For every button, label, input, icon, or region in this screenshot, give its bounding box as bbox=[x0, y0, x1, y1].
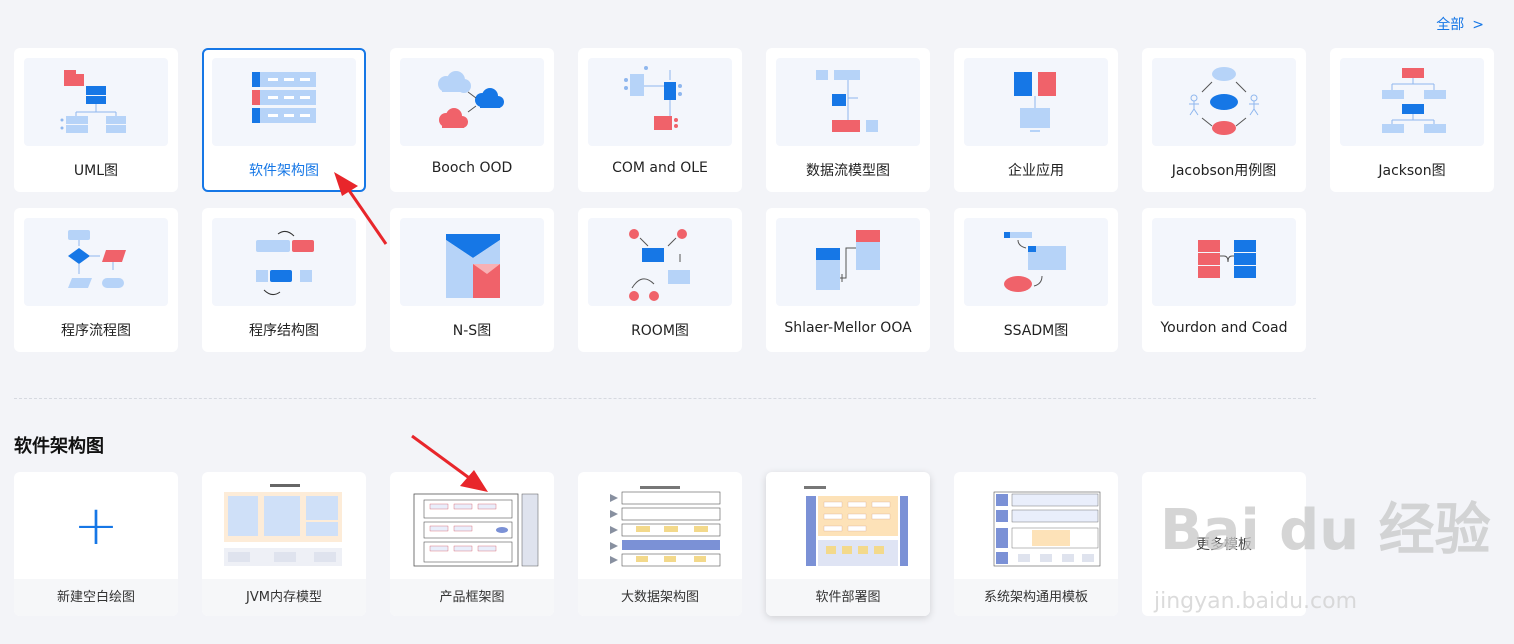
category-card-data-flow[interactable]: 数据流模型图 bbox=[766, 48, 930, 192]
category-label: 数据流模型图 bbox=[806, 163, 890, 179]
category-label: Shlaer-Mellor OOA bbox=[784, 320, 912, 336]
room-diagram-icon bbox=[588, 218, 732, 306]
baidu-watermark: Bai du 经验 jingyan.baidu.com bbox=[1154, 485, 1491, 614]
section-divider bbox=[14, 398, 1316, 399]
software-architecture-icon bbox=[212, 58, 356, 146]
category-card-booch-ood[interactable]: Booch OOD bbox=[390, 48, 554, 192]
watermark-url: jingyan.baidu.com bbox=[1154, 589, 1358, 614]
template-thumbnail bbox=[202, 472, 366, 579]
category-label: N-S图 bbox=[452, 323, 492, 339]
template-label: 软件部署图 bbox=[766, 579, 930, 616]
category-grid: UML图 软件架构图 Booch OOD COM and OLE 数据流模型图 … bbox=[14, 48, 1494, 352]
template-label: 新建空白绘图 bbox=[14, 579, 178, 616]
template-card-product-framework[interactable]: 产品框架图 bbox=[390, 472, 554, 616]
template-label: 产品框架图 bbox=[390, 579, 554, 616]
category-label: 软件架构图 bbox=[249, 163, 319, 179]
category-card-enterprise-app[interactable]: 企业应用 bbox=[954, 48, 1118, 192]
com-ole-icon bbox=[588, 58, 732, 146]
category-label: 程序流程图 bbox=[61, 323, 131, 339]
template-label: 大数据架构图 bbox=[578, 579, 742, 616]
template-card-software-deploy[interactable]: 软件部署图 bbox=[766, 472, 930, 616]
uml-diagram-icon bbox=[24, 58, 168, 146]
category-card-com-ole[interactable]: COM and OLE bbox=[578, 48, 742, 192]
category-label: Jacobson用例图 bbox=[1171, 163, 1277, 179]
template-thumbnail bbox=[954, 472, 1118, 579]
category-card-yourdon-coad[interactable]: Yourdon and Coad bbox=[1142, 208, 1306, 352]
ns-diagram-icon bbox=[400, 218, 544, 306]
category-card-shlaer-mellor[interactable]: Shlaer-Mellor OOA bbox=[766, 208, 930, 352]
all-link-label: 全部 bbox=[1436, 17, 1465, 33]
category-card-jacobson[interactable]: Jacobson用例图 bbox=[1142, 48, 1306, 192]
template-thumbnail bbox=[390, 472, 554, 579]
watermark-logo: Bai du 经验 bbox=[1160, 498, 1491, 563]
data-flow-icon bbox=[776, 58, 920, 146]
category-card-jackson[interactable]: Jackson图 bbox=[1330, 48, 1494, 192]
template-grid: + 新建空白绘图 JVM内存模型 产品框架图 大数据架构图 软件部署图 系统架构… bbox=[14, 472, 1306, 616]
template-card-system-architecture[interactable]: 系统架构通用模板 bbox=[954, 472, 1118, 616]
category-label: Booch OOD bbox=[431, 160, 513, 176]
section-title: 软件架构图 bbox=[14, 436, 104, 457]
category-card-ns[interactable]: N-S图 bbox=[390, 208, 554, 352]
all-link[interactable]: 全部 > bbox=[1436, 14, 1484, 34]
category-card-software-architecture[interactable]: 软件架构图 bbox=[202, 48, 366, 192]
template-card-big-data[interactable]: 大数据架构图 bbox=[578, 472, 742, 616]
category-label: COM and OLE bbox=[612, 160, 708, 176]
category-label: 企业应用 bbox=[1008, 163, 1064, 179]
chevron-right-icon: > bbox=[1472, 17, 1484, 33]
enterprise-app-icon bbox=[964, 58, 1108, 146]
ssadm-icon bbox=[964, 218, 1108, 306]
template-card-jvm[interactable]: JVM内存模型 bbox=[202, 472, 366, 616]
yourdon-coad-icon bbox=[1152, 218, 1296, 306]
program-structure-icon bbox=[212, 218, 356, 306]
template-card-blank[interactable]: + 新建空白绘图 bbox=[14, 472, 178, 616]
category-card-ssadm[interactable]: SSADM图 bbox=[954, 208, 1118, 352]
category-label: Yourdon and Coad bbox=[1160, 320, 1288, 336]
category-label: SSADM图 bbox=[1003, 323, 1069, 339]
program-flow-icon bbox=[24, 218, 168, 306]
category-label: 程序结构图 bbox=[249, 323, 319, 339]
template-label: JVM内存模型 bbox=[202, 579, 366, 616]
category-label: UML图 bbox=[73, 163, 119, 179]
shlaer-mellor-icon bbox=[776, 218, 920, 306]
template-thumbnail bbox=[766, 472, 930, 579]
template-label: 系统架构通用模板 bbox=[954, 579, 1118, 616]
use-case-icon bbox=[1152, 58, 1296, 146]
plus-icon: + bbox=[73, 494, 119, 557]
category-card-program-flow[interactable]: 程序流程图 bbox=[14, 208, 178, 352]
category-card-room[interactable]: ROOM图 bbox=[578, 208, 742, 352]
category-card-uml[interactable]: UML图 bbox=[14, 48, 178, 192]
jackson-tree-icon bbox=[1340, 58, 1484, 146]
booch-cloud-icon bbox=[400, 58, 544, 146]
category-label: Jackson图 bbox=[1378, 163, 1446, 179]
category-label: ROOM图 bbox=[631, 323, 689, 339]
template-thumbnail bbox=[578, 472, 742, 579]
category-card-program-structure[interactable]: 程序结构图 bbox=[202, 208, 366, 352]
